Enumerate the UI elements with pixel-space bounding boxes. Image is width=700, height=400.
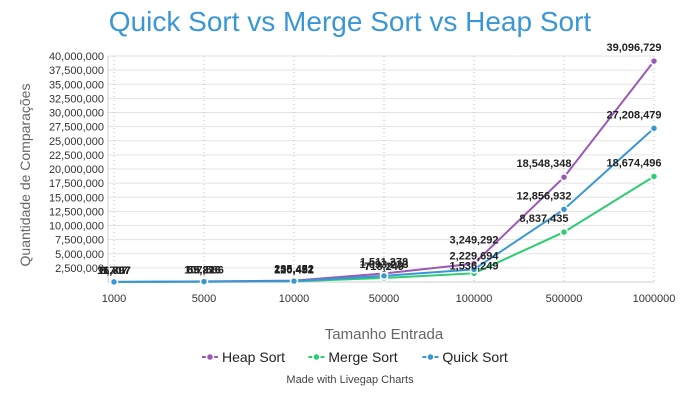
line-chart: 2,500,0005,000,0007,500,00010,000,00012,… xyxy=(17,42,676,365)
x-tick-label: 1000 xyxy=(102,293,126,305)
data-point xyxy=(199,277,209,286)
data-point xyxy=(649,56,659,66)
y-tick-label: 37,500,000 xyxy=(49,65,104,77)
y-axis-title: Quantidade de Comparações xyxy=(17,84,33,267)
data-point xyxy=(559,172,569,182)
data-label: 8,837,435 xyxy=(520,213,569,225)
y-tick-label: 20,000,000 xyxy=(49,164,104,176)
data-label: 156,422 xyxy=(274,264,314,276)
legend-label: Quick Sort xyxy=(442,349,507,365)
y-tick-label: 35,000,000 xyxy=(49,79,104,91)
data-label: 2,229,694 xyxy=(450,250,500,262)
x-tick-label: 1000000 xyxy=(633,293,676,305)
y-tick-label: 30,000,000 xyxy=(49,108,104,120)
data-point xyxy=(379,271,389,281)
data-label: 3,249,292 xyxy=(450,235,499,247)
data-label: 18,548,348 xyxy=(516,158,571,170)
y-tick-label: 32,500,000 xyxy=(49,93,104,105)
legend-swatch-dot xyxy=(426,352,435,362)
y-tick-label: 5,000,000 xyxy=(55,249,104,261)
y-tick-label: 17,500,000 xyxy=(49,178,104,190)
x-tick-label: 50000 xyxy=(369,293,400,305)
data-label: 11,797 xyxy=(97,265,130,277)
data-label: 39,096,729 xyxy=(606,42,661,54)
x-tick-label: 100000 xyxy=(456,293,493,305)
data-point xyxy=(649,124,659,133)
data-point xyxy=(649,172,659,181)
y-tick-label: 27,500,000 xyxy=(49,122,104,134)
x-tick-label: 10000 xyxy=(279,293,310,305)
legend-swatch-dot xyxy=(205,352,215,362)
y-tick-label: 15,000,000 xyxy=(49,192,104,204)
data-label: 12,856,932 xyxy=(516,190,571,202)
legend-label: Merge Sort xyxy=(328,349,397,365)
chart-page: Quick Sort vs Merge Sort vs Heap Sort 2,… xyxy=(0,0,700,400)
x-axis-title: Tamanho Entrada xyxy=(325,326,444,343)
data-label: 1,093,233 xyxy=(360,259,409,271)
footer-credit: Made with Livegap Charts xyxy=(286,374,414,386)
x-tick-label: 500000 xyxy=(546,293,583,305)
y-tick-label: 7,500,000 xyxy=(55,235,104,247)
legend-label: Heap Sort xyxy=(222,349,285,365)
y-tick-label: 10,000,000 xyxy=(49,221,104,233)
legend-swatch-dot xyxy=(312,352,321,362)
x-tick-label: 5000 xyxy=(192,293,216,305)
data-point xyxy=(559,227,569,237)
data-point xyxy=(559,205,569,214)
y-tick-label: 25,000,000 xyxy=(49,136,104,148)
data-point xyxy=(109,277,119,287)
data-label: 27,208,479 xyxy=(606,109,661,121)
data-label: 69,826 xyxy=(187,265,221,277)
data-point xyxy=(289,276,299,286)
data-label: 18,674,496 xyxy=(606,157,661,169)
y-tick-label: 40,000,000 xyxy=(49,51,104,63)
y-tick-label: 22,500,000 xyxy=(49,150,104,162)
y-tick-label: 12,500,000 xyxy=(49,206,104,218)
